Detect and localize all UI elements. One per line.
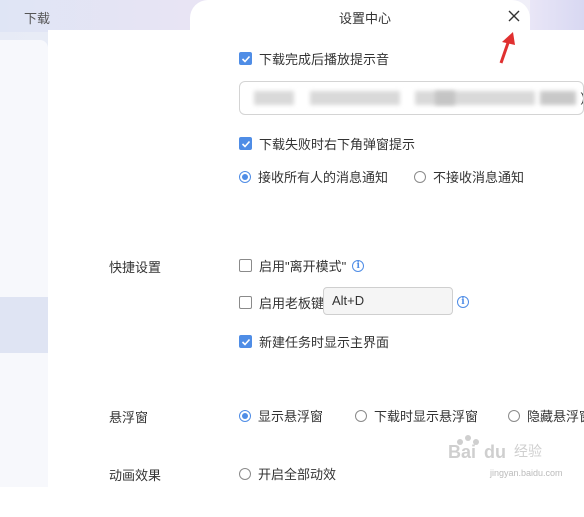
boss-key-checkbox[interactable] [239, 296, 252, 309]
animation-enable-all-radio[interactable] [239, 467, 251, 480]
notify-all-label: 接收所有人的消息通知 [258, 170, 389, 185]
fail-popup-checkbox[interactable] [239, 137, 252, 150]
fail-popup-option[interactable]: 下载失败时右下角弹窗提示 [239, 134, 415, 153]
watermark-url: jingyan.baidu.com [490, 468, 563, 478]
annotation-arrow-icon [499, 32, 515, 64]
notify-all-radio[interactable] [239, 170, 251, 183]
away-mode-option[interactable]: 启用"离开模式" i [239, 256, 365, 275]
close-button[interactable] [504, 6, 524, 26]
play-sound-label: 下载完成后播放提示音 [259, 52, 390, 67]
boss-key-option[interactable]: 启用老板键 [239, 293, 324, 312]
float-window-section-label: 悬浮窗 [109, 410, 149, 425]
float-download-radio[interactable] [355, 409, 367, 422]
notify-none-label: 不接收消息通知 [433, 170, 525, 185]
svg-text:经验: 经验 [514, 444, 542, 460]
float-show-label: 显示悬浮窗 [258, 409, 324, 424]
float-option-download[interactable]: 下载时显示悬浮窗 [355, 406, 478, 425]
float-option-show[interactable]: 显示悬浮窗 [239, 406, 323, 425]
svg-text:du: du [484, 442, 506, 462]
float-show-radio[interactable] [239, 409, 251, 422]
away-mode-label: 启用"离开模式" [259, 259, 347, 274]
sound-file-path-field[interactable]: ) [239, 81, 584, 115]
boss-key-input[interactable]: Alt+D [323, 287, 453, 315]
notify-none-radio[interactable] [414, 170, 426, 183]
float-download-label: 下载时显示悬浮窗 [374, 409, 479, 424]
background-tab[interactable]: 下载 [0, 0, 210, 32]
dialog-title: 设置中心 [338, 11, 391, 26]
float-hide-radio[interactable] [508, 409, 520, 422]
notify-none-option[interactable]: 不接收消息通知 [414, 167, 524, 186]
play-sound-checkbox[interactable] [239, 52, 252, 65]
fail-popup-label: 下载失败时右下角弹窗提示 [259, 137, 416, 152]
info-icon[interactable]: i [352, 259, 365, 272]
background-sidebar [0, 40, 48, 487]
boss-key-label: 启用老板键 [259, 296, 325, 311]
background-sidebar-selected-item[interactable] [0, 297, 48, 353]
float-option-hide[interactable]: 隐藏悬浮窗 [508, 406, 584, 425]
new-task-label: 新建任务时显示主界面 [259, 335, 390, 350]
new-task-option[interactable]: 新建任务时显示主界面 [239, 332, 389, 351]
background-tab-label: 下载 [24, 11, 51, 26]
background-right-strip [530, 0, 584, 30]
close-icon [508, 10, 520, 22]
animation-section-label: 动画效果 [109, 468, 162, 483]
animation-enable-all-option[interactable]: 开启全部动效 [239, 464, 336, 483]
away-mode-checkbox[interactable] [239, 259, 252, 272]
animation-enable-all-label: 开启全部动效 [258, 467, 337, 482]
float-hide-label: 隐藏悬浮窗 [527, 409, 584, 424]
sound-file-path-end: ) [581, 90, 583, 105]
notify-all-option[interactable]: 接收所有人的消息通知 [239, 167, 388, 186]
svg-text:Bai: Bai [448, 442, 476, 462]
play-sound-option[interactable]: 下载完成后播放提示音 [239, 49, 389, 68]
new-task-checkbox[interactable] [239, 335, 252, 348]
info-icon[interactable]: i [457, 296, 469, 308]
shortcut-section-label: 快捷设置 [109, 260, 162, 275]
